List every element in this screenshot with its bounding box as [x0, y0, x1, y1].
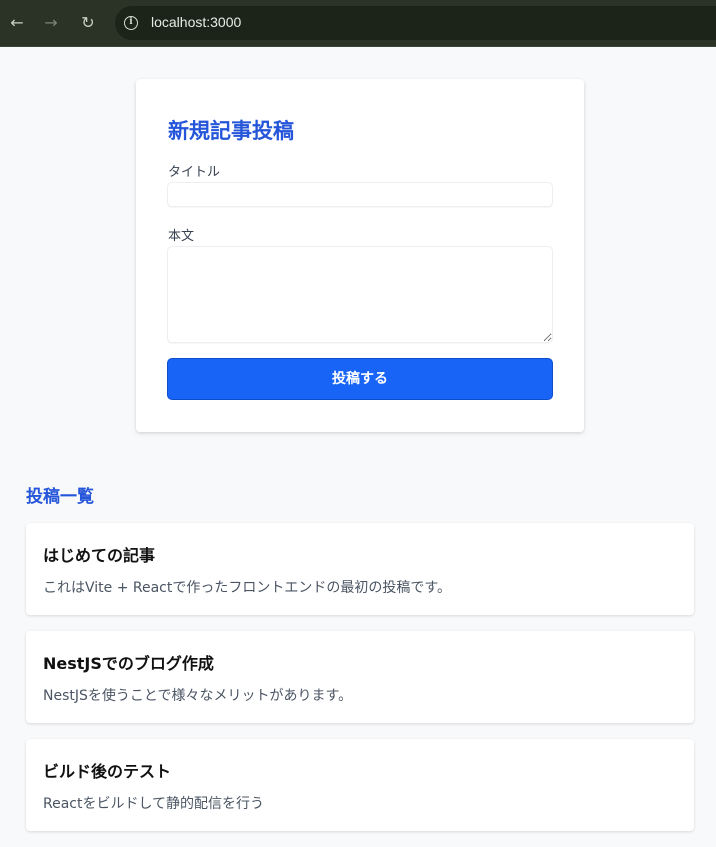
post-card: NestJSでのブログ作成 NestJSを使うことで様々なメリットがあります。: [26, 631, 694, 723]
title-input[interactable]: [167, 182, 553, 207]
post-card: はじめての記事 これはVite + Reactで作ったフロントエンドの最初の投稿…: [26, 523, 694, 615]
body-label: 本文: [168, 229, 195, 244]
browser-toolbar: ← → ↻ i localhost:3000: [0, 0, 716, 47]
post-title: ビルド後のテスト: [43, 762, 172, 781]
arrow-left-icon[interactable]: ←: [6, 12, 28, 34]
post-content: Reactをビルドして静的配信を行う: [43, 796, 265, 812]
submit-button[interactable]: 投稿する: [167, 358, 553, 400]
post-card: ビルド後のテスト Reactをビルドして静的配信を行う: [26, 739, 694, 831]
title-label: タイトル: [168, 165, 221, 180]
post-title: はじめての記事: [43, 546, 156, 565]
info-icon[interactable]: i: [124, 16, 138, 30]
post-title: NestJSでのブログ作成: [43, 654, 214, 673]
arrow-right-icon[interactable]: →: [40, 12, 62, 34]
body-textarea[interactable]: [167, 246, 553, 343]
post-list-heading: 投稿一覧: [26, 487, 94, 507]
url-text[interactable]: localhost:3000: [151, 14, 241, 30]
reload-icon[interactable]: ↻: [77, 12, 99, 34]
new-post-form: 新規記事投稿 タイトル 本文 投稿する: [136, 79, 584, 432]
post-content: NestJSを使うことで様々なメリットがあります。: [43, 688, 353, 704]
post-content: これはVite + Reactで作ったフロントエンドの最初の投稿です。: [43, 580, 451, 596]
form-title: 新規記事投稿: [168, 119, 294, 143]
address-bar[interactable]: i localhost:3000: [115, 6, 716, 40]
